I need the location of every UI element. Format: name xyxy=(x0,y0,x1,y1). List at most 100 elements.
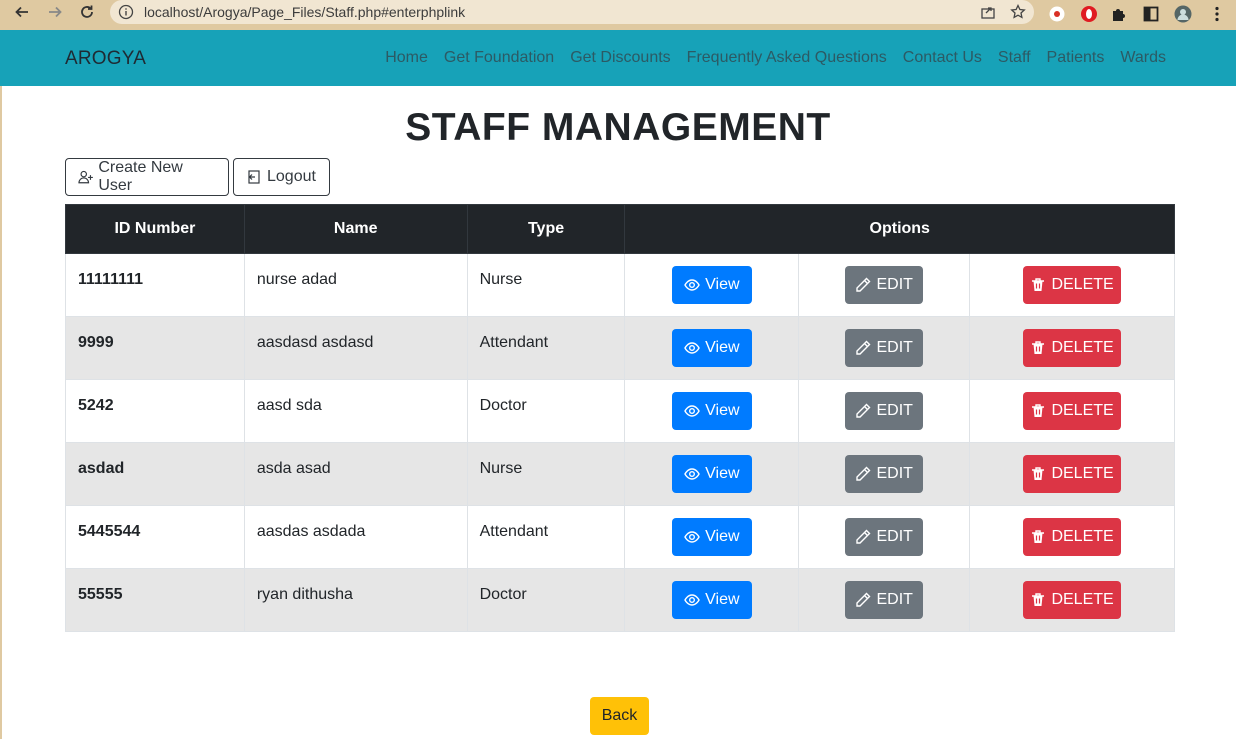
eye-icon xyxy=(684,342,700,354)
cell-view: View xyxy=(624,568,800,632)
header-id-number: ID Number xyxy=(65,204,245,254)
eye-icon xyxy=(684,405,700,417)
table-row: 11111111 nurse adad Nurse View EDIT DELETE xyxy=(65,253,1175,317)
edit-label: EDIT xyxy=(876,465,913,482)
opera-extension-icon[interactable] xyxy=(1078,3,1100,25)
table-row: 9999 aasdasd asdasd Attendant View EDIT DELET… xyxy=(65,316,1175,380)
pencil-icon xyxy=(856,403,871,418)
nav-link-patients[interactable]: Patients xyxy=(1047,49,1105,67)
table-header-row: ID Number Name Type Options xyxy=(65,204,1175,254)
edit-label: EDIT xyxy=(876,528,913,545)
page-title: STAFF MANAGEMENT xyxy=(405,106,831,149)
nav-link-staff[interactable]: Staff xyxy=(998,49,1031,67)
view-button[interactable]: View xyxy=(671,329,752,367)
delete-button[interactable]: DELETE xyxy=(1023,581,1122,619)
cell-name: nurse adad xyxy=(243,253,468,317)
logout-button[interactable]: Logout xyxy=(233,158,330,196)
eye-icon xyxy=(684,594,700,606)
nav-link-faq[interactable]: Frequently Asked Questions xyxy=(687,49,887,67)
address-bar[interactable]: localhost/Arogya/Page_Files/Staff.php#en… xyxy=(110,0,1034,24)
cell-view: View xyxy=(624,379,800,443)
edit-button[interactable]: EDIT xyxy=(845,455,924,493)
pencil-icon xyxy=(856,277,871,292)
forward-arrow-icon[interactable] xyxy=(41,0,69,24)
cell-type: Nurse xyxy=(466,253,626,317)
eye-icon xyxy=(684,468,700,480)
site-navbar: AROGYA Home Get Foundation Get Discounts… xyxy=(0,30,1236,86)
profile-avatar-icon[interactable] xyxy=(1172,3,1194,25)
edit-button[interactable]: EDIT xyxy=(845,392,924,430)
info-icon[interactable] xyxy=(118,4,134,20)
cell-edit: EDIT xyxy=(798,379,971,443)
cell-id-number: 55555 xyxy=(65,568,245,632)
nav-link-get-foundation[interactable]: Get Foundation xyxy=(444,49,554,67)
pencil-icon xyxy=(856,592,871,607)
nav-link-home[interactable]: Home xyxy=(385,49,428,67)
cell-id-number: 11111111 xyxy=(65,253,245,317)
view-label: View xyxy=(705,276,740,293)
nav-link-contact-us[interactable]: Contact Us xyxy=(903,49,982,67)
edit-button[interactable]: EDIT xyxy=(845,581,924,619)
more-menu-icon[interactable] xyxy=(1206,3,1228,25)
share-icon[interactable] xyxy=(980,4,996,20)
back-arrow-icon[interactable] xyxy=(8,0,36,24)
trash-icon xyxy=(1032,404,1045,417)
view-button[interactable]: View xyxy=(671,581,752,619)
table-row: 5242 aasd sda Doctor View EDIT DELETE xyxy=(65,379,1175,443)
delete-button[interactable]: DELETE xyxy=(1023,455,1122,493)
cell-name: aasdas asdada xyxy=(243,505,468,569)
edit-button[interactable]: EDIT xyxy=(845,266,924,304)
view-label: View xyxy=(705,528,740,545)
view-button[interactable]: View xyxy=(671,518,752,556)
cell-id-number: 5242 xyxy=(65,379,245,443)
cell-edit: EDIT xyxy=(798,505,971,569)
staff-table: ID Number Name Type Options 11111111 nurs… xyxy=(65,204,1175,632)
delete-label: DELETE xyxy=(1051,276,1114,293)
cell-view: View xyxy=(624,442,800,506)
view-button[interactable]: View xyxy=(671,455,752,493)
view-label: View xyxy=(705,402,740,419)
bookmark-star-icon[interactable] xyxy=(1010,4,1026,20)
cell-id-number: 5445544 xyxy=(65,505,245,569)
cell-name: aasdasd asdasd xyxy=(243,316,468,380)
delete-button[interactable]: DELETE xyxy=(1023,329,1122,367)
nav-links: Home Get Foundation Get Discounts Freque… xyxy=(385,49,1166,67)
delete-label: DELETE xyxy=(1051,465,1114,482)
cell-delete: DELETE xyxy=(969,442,1175,506)
cell-delete: DELETE xyxy=(969,568,1175,632)
edit-label: EDIT xyxy=(876,591,913,608)
view-label: View xyxy=(705,465,740,482)
delete-button[interactable]: DELETE xyxy=(1023,266,1122,304)
edit-button[interactable]: EDIT xyxy=(845,518,924,556)
nav-link-get-discounts[interactable]: Get Discounts xyxy=(570,49,670,67)
create-new-user-button[interactable]: Create New User xyxy=(65,158,229,196)
add-user-icon xyxy=(78,170,93,184)
cell-delete: DELETE xyxy=(969,379,1175,443)
view-button[interactable]: View xyxy=(671,266,752,304)
cell-view: View xyxy=(624,316,800,380)
cell-type: Doctor xyxy=(466,379,626,443)
nav-link-wards[interactable]: Wards xyxy=(1120,49,1166,67)
cell-name: ryan dithusha xyxy=(243,568,468,632)
cell-delete: DELETE xyxy=(969,253,1175,317)
back-button[interactable]: Back xyxy=(590,697,649,735)
delete-label: DELETE xyxy=(1051,528,1114,545)
cell-edit: EDIT xyxy=(798,442,971,506)
window-edge xyxy=(0,86,2,739)
cell-view: View xyxy=(624,253,800,317)
puzzle-extensions-icon[interactable] xyxy=(1108,3,1130,25)
logout-icon xyxy=(248,170,260,184)
cell-edit: EDIT xyxy=(798,316,971,380)
brand-logo[interactable]: AROGYA xyxy=(65,48,146,70)
delete-button[interactable]: DELETE xyxy=(1023,392,1122,430)
trash-icon xyxy=(1032,530,1045,543)
edit-button[interactable]: EDIT xyxy=(845,329,924,367)
delete-button[interactable]: DELETE xyxy=(1023,518,1122,556)
side-panel-icon[interactable] xyxy=(1140,3,1162,25)
trash-icon xyxy=(1032,593,1045,606)
reload-icon[interactable] xyxy=(73,0,101,24)
edit-label: EDIT xyxy=(876,402,913,419)
record-extension-icon[interactable] xyxy=(1046,3,1068,25)
delete-label: DELETE xyxy=(1051,339,1114,356)
view-button[interactable]: View xyxy=(671,392,752,430)
